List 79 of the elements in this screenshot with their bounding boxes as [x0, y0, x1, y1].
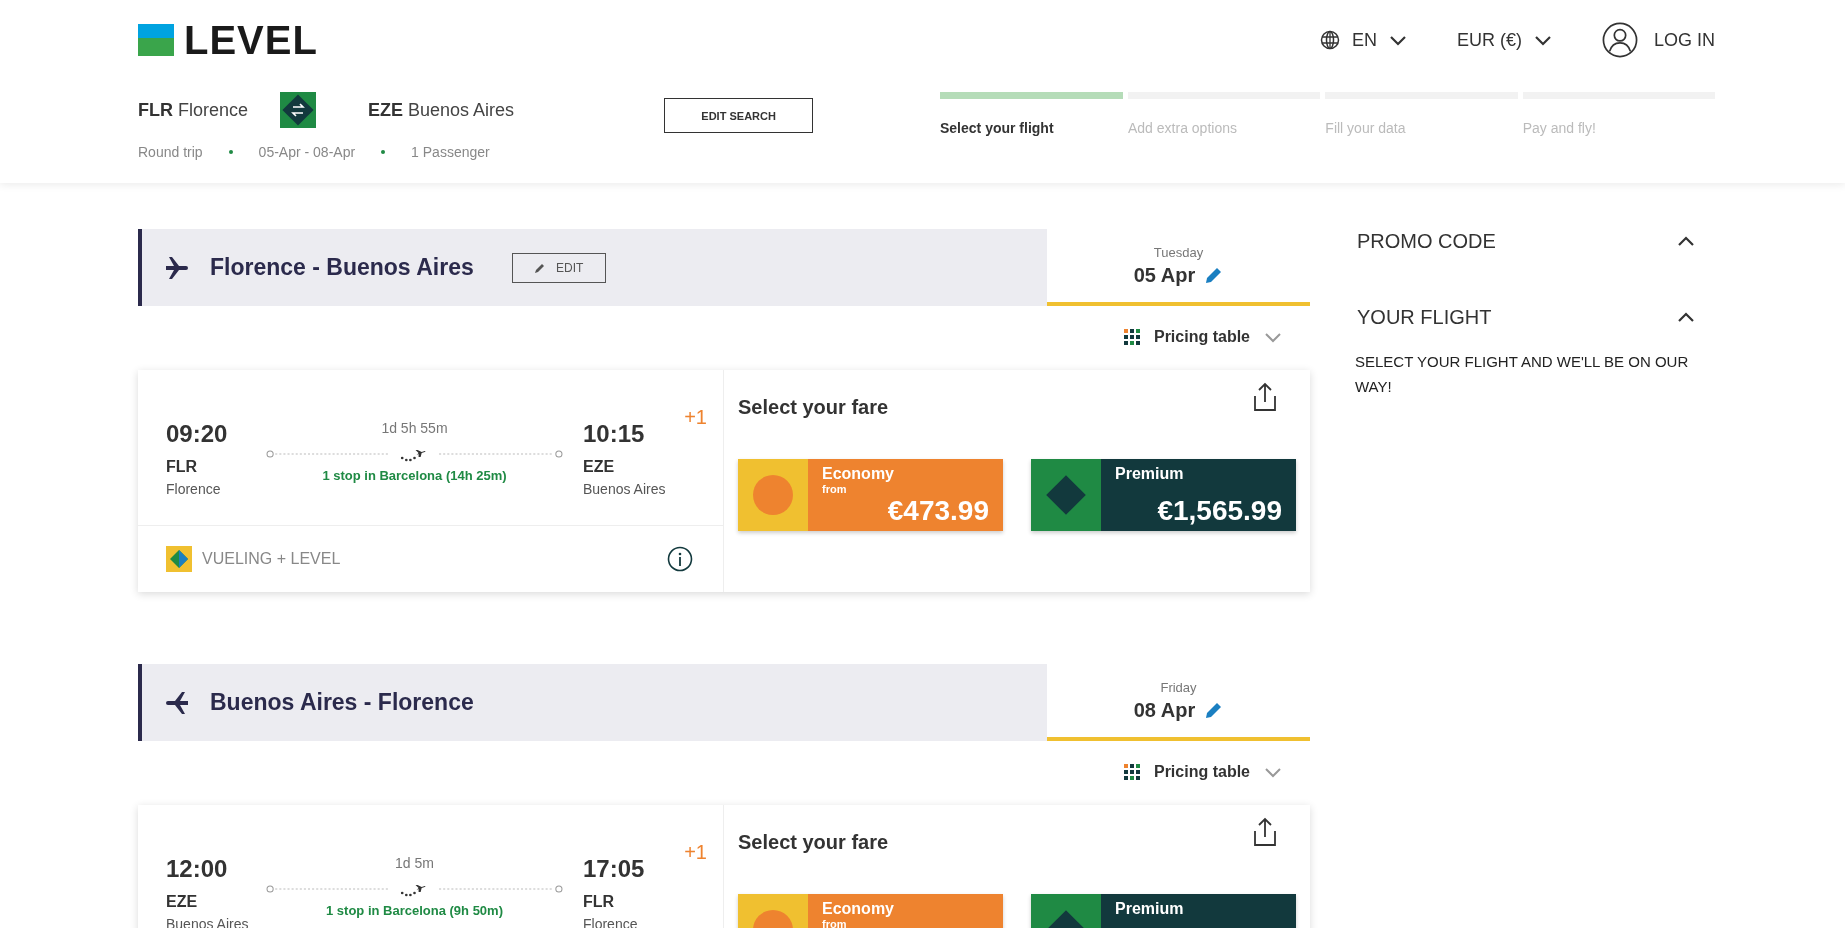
- currency-selector[interactable]: EUR (€): [1456, 29, 1552, 51]
- carrier-text: VUELING + LEVEL: [202, 550, 342, 568]
- city-text: Florence: [166, 481, 222, 497]
- pencil-icon: [1205, 701, 1224, 719]
- language-selector[interactable]: EN: [1319, 29, 1407, 51]
- stops-text: 1 stop in Barcelona (14h 25m): [322, 468, 507, 483]
- fare-option[interactable]: Premium €1,565.99: [1031, 459, 1296, 531]
- edit-button[interactable]: EDIT: [511, 252, 606, 283]
- date-text: 08 Apr: [1133, 698, 1196, 722]
- fare-name: Premium: [1115, 900, 1185, 918]
- duration-text: 1d 5m: [395, 855, 434, 871]
- logo-text: LEVEL: [184, 20, 318, 60]
- airport-code: FLR: [583, 893, 616, 911]
- day-text: Tuesday: [1153, 244, 1204, 260]
- share-icon[interactable]: [1252, 382, 1278, 412]
- day-offset-text: +1: [684, 841, 707, 864]
- fare-name: Economy: [822, 900, 895, 918]
- fare-name: Economy: [822, 465, 895, 483]
- step-label: Select your flight: [940, 120, 1055, 136]
- edit-search-button[interactable]: EDIT SEARCH: [664, 98, 814, 133]
- chevron-down-icon: [1264, 766, 1282, 778]
- city-text: Buenos Aires: [583, 481, 667, 497]
- day-offset-text: +1: [684, 406, 707, 429]
- fare-title: Select your fare: [738, 831, 889, 854]
- fare-price: €473.99: [887, 495, 989, 527]
- accordion-header[interactable]: PROMO CODE: [1355, 221, 1695, 261]
- from-label: from: [822, 918, 848, 928]
- pencil-icon: [1205, 266, 1224, 284]
- airport-code: FLR: [166, 458, 199, 476]
- user-icon: [1602, 22, 1638, 58]
- time-text: 10:15: [583, 420, 646, 448]
- time-text: 09:20: [166, 420, 229, 448]
- globe-icon: [1319, 30, 1340, 50]
- grid-icon: [1123, 764, 1140, 780]
- day-text: Friday: [1160, 679, 1197, 695]
- swap-arrows-icon: [280, 92, 317, 128]
- info-icon[interactable]: [667, 546, 693, 572]
- time-text: 12:00: [166, 855, 229, 883]
- accordion-header[interactable]: YOUR FLIGHT: [1355, 297, 1695, 337]
- origin-text: FLR Florence: [138, 99, 249, 121]
- trip-detail: Round trip: [138, 144, 203, 160]
- destination-text: EZE Buenos Aires: [368, 99, 515, 121]
- trip-detail: 1 Passenger: [411, 144, 490, 160]
- trip-detail: 05-Apr - 08-Apr: [258, 144, 356, 160]
- fare-name: Premium: [1115, 465, 1185, 483]
- pencil-icon: [534, 261, 547, 274]
- chevron-down-icon: [1534, 34, 1552, 46]
- sidebar-message: SELECT YOUR FLIGHT AND WE'LL BE ON OUR WAY!: [1355, 352, 1690, 397]
- circle-icon: [750, 472, 796, 518]
- fare-title: Select your fare: [738, 396, 889, 419]
- plane-icon: [164, 254, 190, 281]
- pricing-table-toggle[interactable]: Pricing table: [1123, 328, 1282, 346]
- date-tab[interactable]: Friday 08 Apr: [1047, 664, 1310, 741]
- fare-option[interactable]: Premium: [1031, 894, 1296, 928]
- chevron-down-icon: [1388, 34, 1407, 46]
- date-text: 05 Apr: [1133, 263, 1196, 287]
- separator-dot: [228, 150, 233, 154]
- separator-dot: [381, 150, 386, 154]
- stops-text: 1 stop in Barcelona (9h 50m): [326, 903, 503, 918]
- plane-icon: [164, 689, 190, 716]
- duration-text: 1d 5h 55m: [381, 420, 448, 436]
- grid-icon: [1123, 329, 1140, 345]
- date-tab[interactable]: Tuesday 05 Apr: [1047, 229, 1310, 306]
- time-text: 17:05: [583, 855, 646, 883]
- step-label: Fill your data: [1325, 120, 1407, 136]
- logo-icon: [138, 24, 174, 56]
- route-title: Buenos Aires - Florence: [210, 689, 474, 716]
- pricing-table-toggle[interactable]: Pricing table: [1123, 763, 1282, 781]
- from-label: from: [822, 483, 848, 495]
- fare-price: €1,565.99: [1157, 495, 1282, 527]
- carrier-logo-icon: [166, 546, 192, 572]
- airport-code: EZE: [166, 893, 199, 911]
- airport-code: EZE: [583, 458, 616, 476]
- step-label: Add extra options: [1128, 120, 1238, 136]
- chevron-down-icon: [1264, 331, 1282, 343]
- route-title: Florence - Buenos Aires: [210, 254, 474, 281]
- share-icon[interactable]: [1252, 817, 1278, 847]
- login-button[interactable]: LOG IN: [1602, 22, 1715, 58]
- step-label: Pay and fly!: [1522, 120, 1597, 136]
